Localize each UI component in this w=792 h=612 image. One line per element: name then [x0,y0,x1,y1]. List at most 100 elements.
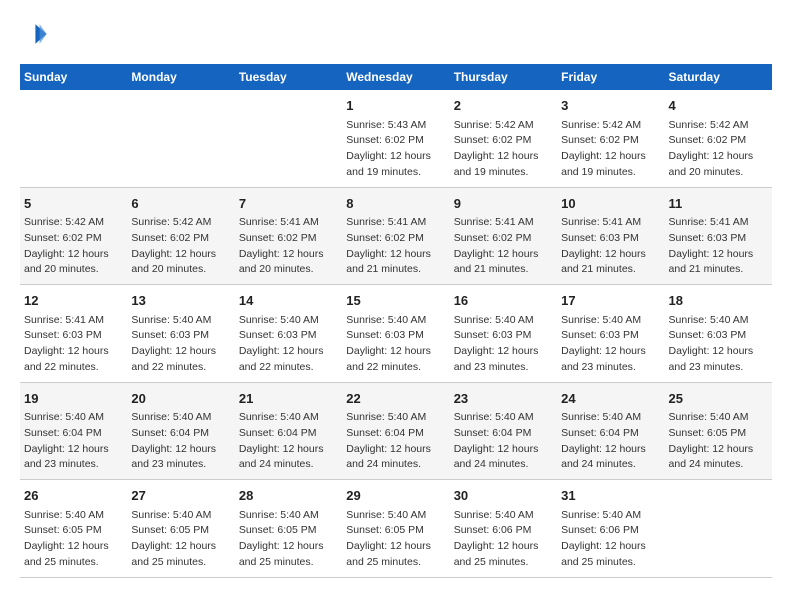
day-info: Sunrise: 5:40 AM Sunset: 6:04 PM Dayligh… [561,410,660,473]
logo [20,20,52,48]
day-number: 21 [239,389,338,409]
day-number: 19 [24,389,123,409]
calendar-cell: 5Sunrise: 5:42 AM Sunset: 6:02 PM Daylig… [20,187,127,285]
day-number: 15 [346,291,445,311]
week-row-1: 1Sunrise: 5:43 AM Sunset: 6:02 PM Daylig… [20,90,772,187]
week-row-2: 5Sunrise: 5:42 AM Sunset: 6:02 PM Daylig… [20,187,772,285]
col-header-monday: Monday [127,64,234,90]
day-info: Sunrise: 5:40 AM Sunset: 6:04 PM Dayligh… [454,410,553,473]
calendar-cell: 12Sunrise: 5:41 AM Sunset: 6:03 PM Dayli… [20,285,127,383]
day-number: 2 [454,96,553,116]
day-info: Sunrise: 5:40 AM Sunset: 6:05 PM Dayligh… [24,508,123,571]
day-number: 8 [346,194,445,214]
day-number: 3 [561,96,660,116]
calendar-cell [665,480,772,578]
calendar-cell: 2Sunrise: 5:42 AM Sunset: 6:02 PM Daylig… [450,90,557,187]
calendar-cell: 25Sunrise: 5:40 AM Sunset: 6:05 PM Dayli… [665,382,772,480]
day-number: 1 [346,96,445,116]
day-number: 17 [561,291,660,311]
week-row-4: 19Sunrise: 5:40 AM Sunset: 6:04 PM Dayli… [20,382,772,480]
calendar-cell: 14Sunrise: 5:40 AM Sunset: 6:03 PM Dayli… [235,285,342,383]
day-info: Sunrise: 5:42 AM Sunset: 6:02 PM Dayligh… [24,215,123,278]
calendar-cell: 17Sunrise: 5:40 AM Sunset: 6:03 PM Dayli… [557,285,664,383]
day-number: 27 [131,486,230,506]
day-info: Sunrise: 5:40 AM Sunset: 6:04 PM Dayligh… [239,410,338,473]
day-number: 18 [669,291,768,311]
calendar-cell: 27Sunrise: 5:40 AM Sunset: 6:05 PM Dayli… [127,480,234,578]
day-number: 26 [24,486,123,506]
day-number: 4 [669,96,768,116]
day-info: Sunrise: 5:40 AM Sunset: 6:03 PM Dayligh… [131,313,230,376]
calendar-cell: 8Sunrise: 5:41 AM Sunset: 6:02 PM Daylig… [342,187,449,285]
day-number: 16 [454,291,553,311]
logo-icon [20,20,48,48]
day-info: Sunrise: 5:40 AM Sunset: 6:03 PM Dayligh… [346,313,445,376]
calendar-cell: 31Sunrise: 5:40 AM Sunset: 6:06 PM Dayli… [557,480,664,578]
calendar-table: SundayMondayTuesdayWednesdayThursdayFrid… [20,64,772,578]
calendar-cell: 19Sunrise: 5:40 AM Sunset: 6:04 PM Dayli… [20,382,127,480]
day-number: 14 [239,291,338,311]
day-info: Sunrise: 5:40 AM Sunset: 6:06 PM Dayligh… [561,508,660,571]
day-info: Sunrise: 5:41 AM Sunset: 6:03 PM Dayligh… [669,215,768,278]
day-number: 7 [239,194,338,214]
calendar-cell: 30Sunrise: 5:40 AM Sunset: 6:06 PM Dayli… [450,480,557,578]
calendar-cell: 18Sunrise: 5:40 AM Sunset: 6:03 PM Dayli… [665,285,772,383]
col-header-sunday: Sunday [20,64,127,90]
calendar-cell: 9Sunrise: 5:41 AM Sunset: 6:02 PM Daylig… [450,187,557,285]
day-info: Sunrise: 5:40 AM Sunset: 6:04 PM Dayligh… [131,410,230,473]
day-number: 23 [454,389,553,409]
day-info: Sunrise: 5:40 AM Sunset: 6:05 PM Dayligh… [669,410,768,473]
calendar-cell: 24Sunrise: 5:40 AM Sunset: 6:04 PM Dayli… [557,382,664,480]
day-info: Sunrise: 5:42 AM Sunset: 6:02 PM Dayligh… [561,118,660,181]
day-number: 5 [24,194,123,214]
day-number: 6 [131,194,230,214]
calendar-cell: 13Sunrise: 5:40 AM Sunset: 6:03 PM Dayli… [127,285,234,383]
calendar-cell: 23Sunrise: 5:40 AM Sunset: 6:04 PM Dayli… [450,382,557,480]
day-info: Sunrise: 5:40 AM Sunset: 6:06 PM Dayligh… [454,508,553,571]
calendar-cell: 16Sunrise: 5:40 AM Sunset: 6:03 PM Dayli… [450,285,557,383]
week-row-5: 26Sunrise: 5:40 AM Sunset: 6:05 PM Dayli… [20,480,772,578]
day-info: Sunrise: 5:42 AM Sunset: 6:02 PM Dayligh… [131,215,230,278]
calendar-cell: 28Sunrise: 5:40 AM Sunset: 6:05 PM Dayli… [235,480,342,578]
day-info: Sunrise: 5:41 AM Sunset: 6:02 PM Dayligh… [346,215,445,278]
day-info: Sunrise: 5:40 AM Sunset: 6:03 PM Dayligh… [669,313,768,376]
day-info: Sunrise: 5:43 AM Sunset: 6:02 PM Dayligh… [346,118,445,181]
day-info: Sunrise: 5:40 AM Sunset: 6:04 PM Dayligh… [346,410,445,473]
calendar-cell [20,90,127,187]
calendar-cell: 22Sunrise: 5:40 AM Sunset: 6:04 PM Dayli… [342,382,449,480]
day-info: Sunrise: 5:40 AM Sunset: 6:04 PM Dayligh… [24,410,123,473]
day-info: Sunrise: 5:41 AM Sunset: 6:03 PM Dayligh… [24,313,123,376]
day-info: Sunrise: 5:40 AM Sunset: 6:05 PM Dayligh… [346,508,445,571]
day-info: Sunrise: 5:40 AM Sunset: 6:05 PM Dayligh… [131,508,230,571]
day-info: Sunrise: 5:42 AM Sunset: 6:02 PM Dayligh… [669,118,768,181]
calendar-cell: 21Sunrise: 5:40 AM Sunset: 6:04 PM Dayli… [235,382,342,480]
day-info: Sunrise: 5:40 AM Sunset: 6:03 PM Dayligh… [561,313,660,376]
day-number: 25 [669,389,768,409]
day-number: 22 [346,389,445,409]
day-number: 30 [454,486,553,506]
calendar-cell: 10Sunrise: 5:41 AM Sunset: 6:03 PM Dayli… [557,187,664,285]
day-number: 31 [561,486,660,506]
calendar-cell: 29Sunrise: 5:40 AM Sunset: 6:05 PM Dayli… [342,480,449,578]
calendar-cell: 6Sunrise: 5:42 AM Sunset: 6:02 PM Daylig… [127,187,234,285]
day-info: Sunrise: 5:41 AM Sunset: 6:02 PM Dayligh… [239,215,338,278]
calendar-cell: 26Sunrise: 5:40 AM Sunset: 6:05 PM Dayli… [20,480,127,578]
day-info: Sunrise: 5:40 AM Sunset: 6:05 PM Dayligh… [239,508,338,571]
col-header-thursday: Thursday [450,64,557,90]
day-number: 12 [24,291,123,311]
calendar-cell: 20Sunrise: 5:40 AM Sunset: 6:04 PM Dayli… [127,382,234,480]
day-number: 24 [561,389,660,409]
day-number: 10 [561,194,660,214]
day-info: Sunrise: 5:41 AM Sunset: 6:03 PM Dayligh… [561,215,660,278]
calendar-cell: 1Sunrise: 5:43 AM Sunset: 6:02 PM Daylig… [342,90,449,187]
day-number: 13 [131,291,230,311]
week-row-3: 12Sunrise: 5:41 AM Sunset: 6:03 PM Dayli… [20,285,772,383]
calendar-cell: 3Sunrise: 5:42 AM Sunset: 6:02 PM Daylig… [557,90,664,187]
day-info: Sunrise: 5:40 AM Sunset: 6:03 PM Dayligh… [454,313,553,376]
col-header-tuesday: Tuesday [235,64,342,90]
page-header [20,20,772,48]
calendar-cell: 7Sunrise: 5:41 AM Sunset: 6:02 PM Daylig… [235,187,342,285]
col-header-saturday: Saturday [665,64,772,90]
day-number: 28 [239,486,338,506]
calendar-cell: 11Sunrise: 5:41 AM Sunset: 6:03 PM Dayli… [665,187,772,285]
